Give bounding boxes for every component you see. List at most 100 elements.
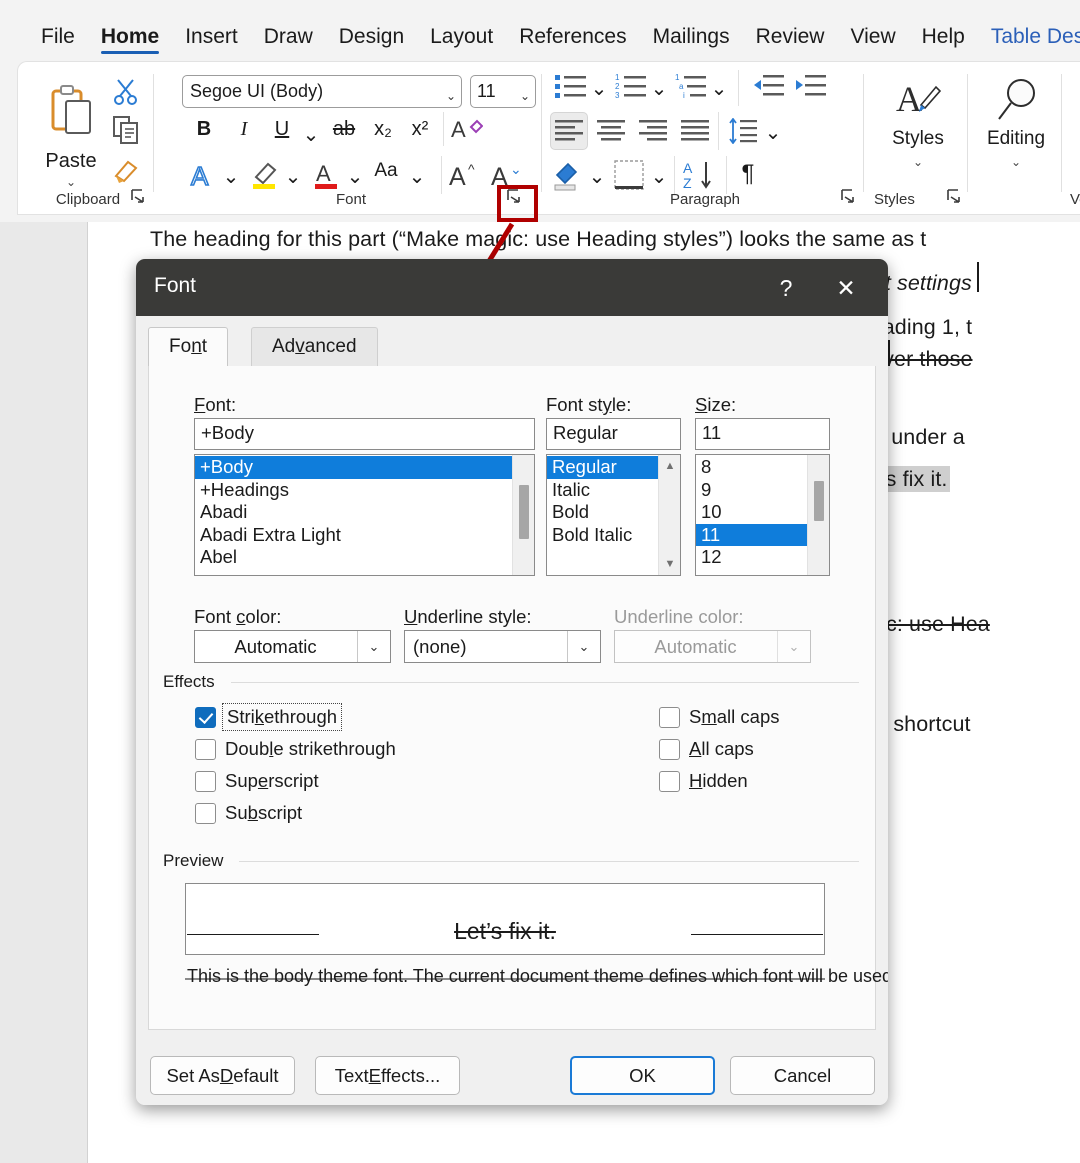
font-size-chevron-down-icon[interactable]: ⌄ [520,84,530,109]
size-list-item[interactable]: 9 [696,479,807,502]
font-list-scrollbar[interactable] [512,455,534,575]
font-color-combobox[interactable]: Automatic ⌄ [194,630,391,663]
font-list-item[interactable]: Abel [195,546,512,569]
effect-hidden-row[interactable]: Hidden [659,770,748,792]
borders-icon[interactable] [612,158,646,192]
text-effects-button[interactable]: Text Effects... [315,1056,460,1095]
cut-icon[interactable] [110,76,142,108]
subscript-button[interactable]: x₂ [368,118,398,141]
hidden-checkbox[interactable] [659,770,680,792]
copy-icon[interactable] [110,114,142,146]
font-list-item[interactable]: Abadi Extra Light [195,524,512,547]
strikethrough-button[interactable]: ab [328,118,360,141]
size-listbox[interactable]: 8 9 10 11 12 [695,454,830,576]
font-list-scroll-thumb[interactable] [519,485,529,539]
ribbon-tab-layout[interactable]: Layout [417,18,506,56]
size-list-item[interactable]: 11 [696,523,807,546]
font-color-chevron-down-icon[interactable]: ⌄ [357,631,390,662]
font-style-input[interactable]: Regular [546,418,681,450]
all-caps-checkbox[interactable] [659,738,680,760]
ribbon-tab-review[interactable]: Review [743,18,838,56]
font-name-chevron-down-icon[interactable]: ⌄ [446,84,456,109]
effect-superscript-row[interactable]: Superscript [195,770,319,792]
font-color-chevron-down-icon[interactable]: ⌄ [346,164,364,189]
ribbon-tab-references[interactable]: References [506,18,639,56]
superscript-button[interactable]: x² [405,118,435,141]
underline-style-combobox[interactable]: (none) ⌄ [404,630,601,663]
set-as-default-button[interactable]: Set As Default [150,1056,295,1095]
show-formatting-marks-button[interactable]: ¶ [734,160,762,188]
subscript-checkbox[interactable] [195,802,216,824]
multilevel-chevron-down-icon[interactable]: ⌄ [710,76,728,101]
styles-dialog-launcher[interactable] [946,188,964,206]
format-painter-icon[interactable] [110,154,142,186]
borders-chevron-down-icon[interactable]: ⌄ [650,164,668,189]
line-spacing-icon[interactable] [726,114,760,148]
editing-button-label[interactable]: Editing [970,128,1062,150]
dialog-titlebar[interactable]: Font ? ✕ [136,259,888,316]
change-case-chevron-down-icon[interactable]: ⌄ [408,164,426,189]
font-style-list-item[interactable]: Bold Italic [547,524,658,547]
numbering-chevron-down-icon[interactable]: ⌄ [650,76,668,101]
change-case-button[interactable]: Aa [366,160,406,182]
clipboard-dialog-launcher[interactable] [130,188,148,206]
align-left-button[interactable] [550,112,588,150]
line-spacing-chevron-down-icon[interactable]: ⌄ [764,120,782,145]
scroll-down-arrow-icon[interactable]: ▼ [659,553,680,575]
dialog-tab-advanced[interactable]: Advanced [251,327,378,367]
font-style-list-item[interactable]: Italic [547,479,658,502]
align-center-button[interactable] [594,114,628,148]
ribbon-tab-home[interactable]: Home [88,18,172,56]
font-list-item[interactable]: +Body [195,456,512,479]
increase-indent-icon[interactable] [794,72,828,100]
paragraph-dialog-launcher[interactable] [840,188,858,206]
paste-button[interactable] [40,72,102,150]
size-input[interactable]: 11 [695,418,830,450]
highlight-chevron-down-icon[interactable]: ⌄ [284,164,302,189]
font-style-list-item[interactable]: Regular [547,456,658,479]
cancel-button[interactable]: Cancel [730,1056,875,1095]
size-list-scroll-thumb[interactable] [814,481,824,521]
strikethrough-checkbox[interactable] [195,706,216,728]
font-style-list-item[interactable]: Bold [547,501,658,524]
search-icon[interactable] [994,76,1042,126]
size-list-scrollbar[interactable] [807,455,829,575]
ribbon-tab-insert[interactable]: Insert [172,18,251,56]
close-icon[interactable]: ✕ [826,270,866,306]
multilevel-list-icon[interactable]: 1 a i [674,72,708,100]
font-listbox[interactable]: +Body +Headings Abadi Abadi Extra Light Abel [194,454,535,576]
ribbon-tab-mailings[interactable]: Mailings [640,18,743,56]
font-size-combobox[interactable]: 11 ⌄ [470,75,536,108]
sort-icon[interactable]: A Z [682,158,716,192]
effect-subscript-row[interactable]: Subscript [195,802,302,824]
size-list-item[interactable]: 8 [696,456,807,479]
font-dialog[interactable]: Font ? ✕ Font Advanced Font: Font style: … [136,259,888,1105]
ok-button[interactable]: OK [570,1056,715,1095]
paste-chevron-down-icon[interactable]: ⌄ [62,174,80,190]
ribbon-tab-help[interactable]: Help [909,18,978,56]
font-list-item[interactable]: +Headings [195,479,512,502]
increase-font-size-icon[interactable]: A ^ [448,158,482,192]
underline-style-chevron-down-icon[interactable]: ⌄ [567,631,600,662]
underline-chevron-down-icon[interactable]: ⌄ [302,122,320,147]
size-list-item[interactable]: 10 [696,501,807,524]
text-effects-icon[interactable]: A [186,158,220,192]
bullets-icon[interactable] [554,72,588,100]
numbering-icon[interactable]: 1 2 3 [614,72,648,100]
font-name-combobox[interactable]: Segoe UI (Body) ⌄ [182,75,462,108]
effect-double-strikethrough-row[interactable]: Double strikethrough [195,738,396,760]
bold-button[interactable]: B [190,118,218,141]
justify-button[interactable] [678,114,712,148]
text-highlight-color-icon[interactable] [248,158,282,192]
styles-chevron-down-icon[interactable]: ⌄ [909,154,927,170]
shading-icon[interactable] [550,158,584,192]
ribbon-tab-design[interactable]: Design [326,18,417,56]
ribbon-tab-file[interactable]: File [28,18,88,56]
small-caps-checkbox[interactable] [659,706,680,728]
shading-chevron-down-icon[interactable]: ⌄ [588,164,606,189]
ribbon-tab-view[interactable]: View [837,18,908,56]
effect-all-caps-row[interactable]: All caps [659,738,754,760]
ribbon-tab-draw[interactable]: Draw [251,18,326,56]
double-strikethrough-checkbox[interactable] [195,738,216,760]
dialog-tab-font[interactable]: Font [148,327,229,367]
